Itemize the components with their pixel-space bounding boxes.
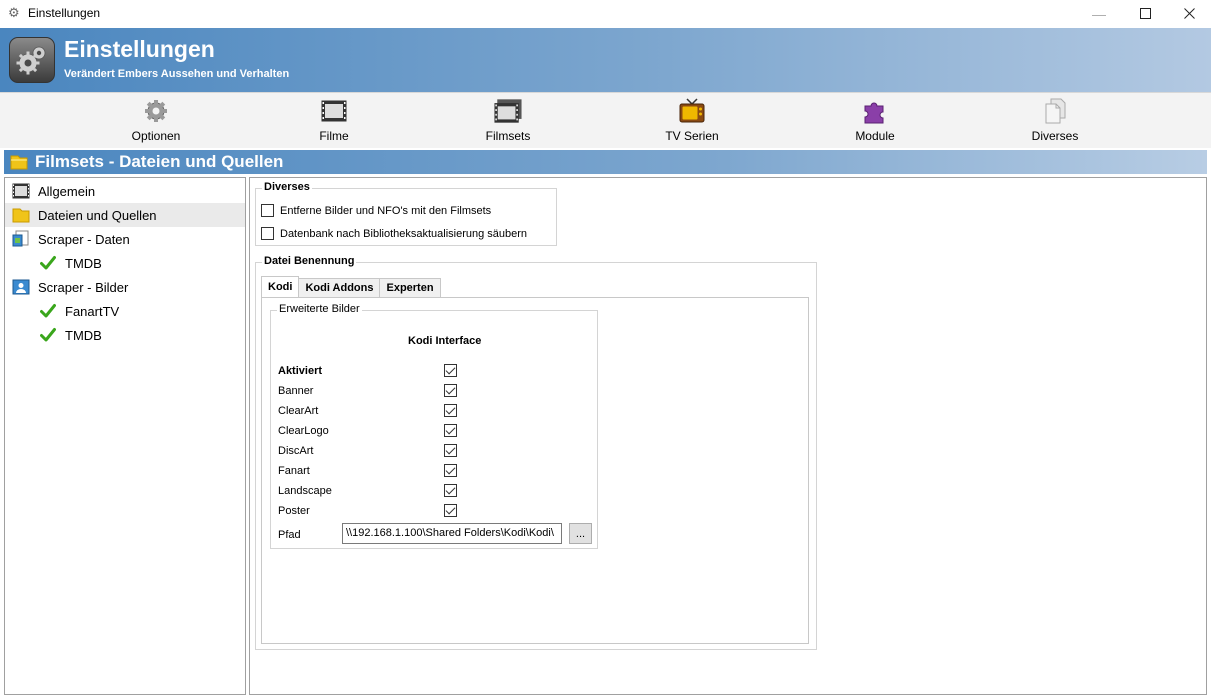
landscape-checkbox[interactable] <box>444 484 457 497</box>
section-title: Filmsets - Dateien und Quellen <box>35 152 284 171</box>
tree-item-scraper-bilder[interactable]: Scraper - Bilder <box>5 275 245 299</box>
remove-images-checkbox[interactable] <box>261 204 274 217</box>
gear-icon <box>9 37 55 83</box>
tree-item-label: Scraper - Bilder <box>38 279 129 295</box>
group-title: Erweiterte Bilder <box>277 303 362 315</box>
tree-item-dateien-und-quellen[interactable]: Dateien und Quellen <box>5 203 245 227</box>
tree-item-label: TMDB <box>65 327 102 343</box>
diverses-group: Diverses Entferne Bilder und NFO's mit d… <box>255 181 557 246</box>
tree-item-tmdb-daten[interactable]: TMDB <box>5 251 245 275</box>
gear-icon <box>142 97 170 125</box>
column-header: Kodi Interface <box>408 335 482 347</box>
tab-kodi[interactable]: Kodi <box>261 276 300 297</box>
tree-item-fanarttv[interactable]: FanartTV <box>5 299 245 323</box>
toolbar-label: Module <box>855 129 895 143</box>
clean-database-checkbox-row[interactable]: Datenbank nach Bibliotheksaktualisierung… <box>261 227 527 240</box>
data-scraper-icon <box>11 229 31 249</box>
tv-icon <box>678 97 706 125</box>
tree-item-allgemein[interactable]: Allgemein <box>5 179 245 203</box>
poster-checkbox[interactable] <box>444 504 457 517</box>
maximize-button[interactable] <box>1122 0 1168 27</box>
settings-panel: Diverses Entferne Bilder und NFO's mit d… <box>249 177 1207 695</box>
section-heading: Filmsets - Dateien und Quellen <box>4 150 1207 174</box>
toolbar-module-button[interactable]: Module <box>825 97 925 143</box>
toolbar-diverses-button[interactable]: Diverses <box>1005 97 1105 143</box>
tree-item-tmdb-bilder[interactable]: TMDB <box>5 323 245 347</box>
tab-experten[interactable]: Experten <box>379 278 441 297</box>
header-banner: Einstellungen Verändert Embers Aussehen … <box>0 28 1211 92</box>
toolbar-label: Filmsets <box>485 129 531 143</box>
window-titlebar: ⚙ Einstellungen — <box>0 0 1211 27</box>
toolbar-optionen-button[interactable]: Optionen <box>106 97 206 143</box>
group-title: Diverses <box>262 181 312 193</box>
documents-icon <box>1041 97 1069 125</box>
checkbox-label: Entferne Bilder und NFO's mit den Filmse… <box>280 204 492 217</box>
group-title: Datei Benennung <box>262 255 357 267</box>
path-input[interactable]: \\192.168.1.100\Shared Folders\Kodi\Kodi… <box>342 523 562 544</box>
puzzle-icon <box>861 97 889 125</box>
checkmark-icon <box>38 301 58 321</box>
settings-toolbar: Optionen Filme Filmsets TV Serien Module… <box>0 92 1211 148</box>
folder-icon <box>10 153 28 174</box>
row-label-poster: Poster <box>278 505 310 517</box>
film-icon <box>11 181 31 201</box>
banner-subtitle: Verändert Embers Aussehen und Verhalten <box>64 68 290 80</box>
toolbar-filmsets-button[interactable]: Filmsets <box>458 97 558 143</box>
toolbar-label: Filme <box>319 129 349 143</box>
discart-checkbox[interactable] <box>444 444 457 457</box>
row-label-landscape: Landscape <box>278 485 332 497</box>
browse-button[interactable]: ... <box>569 523 592 544</box>
close-icon <box>1183 8 1195 19</box>
gear-icon: ⚙ <box>8 5 20 20</box>
tree-item-label: FanartTV <box>65 303 120 319</box>
tree-item-label: Dateien und Quellen <box>38 207 157 223</box>
file-naming-group: Datei Benennung Kodi Kodi Addons Experte… <box>255 255 817 650</box>
remove-images-checkbox-row[interactable]: Entferne Bilder und NFO's mit den Filmse… <box>261 204 491 217</box>
toolbar-filme-button[interactable]: Filme <box>284 97 384 143</box>
banner-title: Einstellungen <box>64 36 215 62</box>
image-scraper-icon <box>11 277 31 297</box>
aktiviert-checkbox[interactable] <box>444 364 457 377</box>
checkbox-label: Datenbank nach Bibliotheksaktualisierung… <box>280 227 528 240</box>
tree-item-label: TMDB <box>65 255 102 271</box>
toolbar-label: Optionen <box>131 129 181 143</box>
tree-item-label: Scraper - Daten <box>38 231 130 247</box>
close-button[interactable] <box>1166 0 1211 27</box>
row-label-clearlogo: ClearLogo <box>278 425 329 437</box>
minimize-button[interactable]: — <box>1076 0 1122 27</box>
row-label-banner: Banner <box>278 385 314 397</box>
row-label-clearart: ClearArt <box>278 405 319 417</box>
toolbar-label: TV Serien <box>665 129 719 143</box>
extended-images-group: Erweiterte Bilder Kodi Interface Aktivie… <box>270 303 598 549</box>
settings-tree: Allgemein Dateien und Quellen Scraper - … <box>4 177 246 695</box>
naming-tabs: Kodi Kodi Addons Experten <box>261 276 441 297</box>
tab-kodi-addons[interactable]: Kodi Addons <box>298 278 381 297</box>
window-title: Einstellungen <box>28 6 101 20</box>
tree-item-scraper-daten[interactable]: Scraper - Daten <box>5 227 245 251</box>
maximize-icon <box>1139 8 1151 19</box>
kodi-tab-page: Erweiterte Bilder Kodi Interface Aktivie… <box>261 297 809 644</box>
fanart-checkbox[interactable] <box>444 464 457 477</box>
row-label-discart: DiscArt <box>278 445 314 457</box>
filmset-icon <box>494 97 522 125</box>
tree-item-label: Allgemein <box>38 183 96 199</box>
banner-checkbox[interactable] <box>444 384 457 397</box>
row-label-aktiviert: Aktiviert <box>278 365 323 377</box>
toolbar-tv-serien-button[interactable]: TV Serien <box>642 97 742 143</box>
path-label: Pfad <box>278 529 301 541</box>
clearlogo-checkbox[interactable] <box>444 424 457 437</box>
checkmark-icon <box>38 253 58 273</box>
row-label-fanart: Fanart <box>278 465 310 477</box>
film-icon <box>320 97 348 125</box>
clean-database-checkbox[interactable] <box>261 227 274 240</box>
checkmark-icon <box>38 325 58 345</box>
toolbar-label: Diverses <box>1031 129 1079 143</box>
clearart-checkbox[interactable] <box>444 404 457 417</box>
folder-icon <box>11 205 31 225</box>
